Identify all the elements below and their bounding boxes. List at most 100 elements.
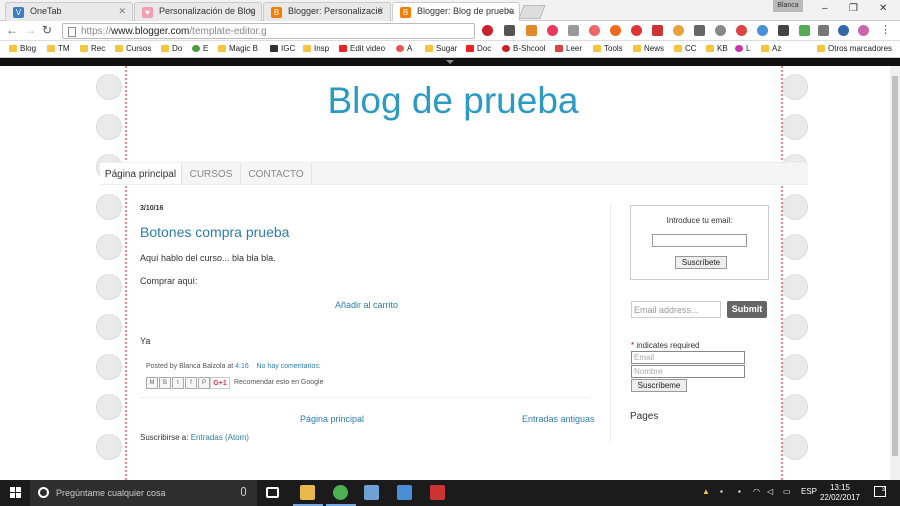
task-view-icon[interactable] — [266, 487, 279, 498]
chrome-icon[interactable] — [333, 485, 348, 500]
bookmark-item[interactable]: A — [396, 44, 412, 53]
name-field[interactable]: Nombre — [631, 365, 745, 378]
twitter-share-icon[interactable]: t — [172, 377, 184, 389]
bookmark-item[interactable]: Leer — [555, 44, 582, 53]
bookmark-item[interactable]: E — [192, 44, 208, 53]
reload-icon[interactable]: ↻ — [42, 23, 52, 37]
scrollbar-thumb[interactable] — [892, 76, 898, 456]
bookmark-item[interactable]: B-Shcool — [502, 44, 545, 53]
extension-icon[interactable] — [858, 25, 869, 36]
heart-extension-icon[interactable] — [547, 25, 558, 36]
pinterest-share-icon[interactable]: P — [198, 377, 210, 389]
back-arrow-icon[interactable]: ← — [6, 23, 18, 37]
post-title[interactable]: Botones compra prueba — [140, 224, 289, 240]
restore-icon[interactable]: ❐ — [849, 3, 858, 14]
cortana-search[interactable]: Pregúntame cualquier cosa — [30, 480, 257, 506]
post-time-link[interactable]: 4:16 — [235, 363, 249, 370]
minimize-icon[interactable]: – — [822, 3, 828, 14]
extension-icon[interactable] — [838, 25, 849, 36]
add-to-cart-link[interactable]: Añadir al carrito — [335, 300, 398, 310]
atom-feed-link[interactable]: Entradas (Atom) — [191, 433, 249, 442]
forward-arrow-icon[interactable]: → — [24, 23, 36, 37]
pinterest-icon[interactable] — [482, 25, 493, 36]
bookmark-item[interactable]: Tools — [593, 44, 623, 53]
facebook-share-icon[interactable]: f — [185, 377, 197, 389]
extension-icon[interactable] — [778, 25, 789, 36]
bookmark-item[interactable]: Magic B — [218, 44, 258, 53]
collapse-arrow-icon[interactable] — [446, 60, 454, 64]
extension-icon[interactable] — [589, 25, 600, 36]
email-input[interactable] — [652, 234, 747, 247]
bookmark-item[interactable]: Edit video — [339, 44, 385, 53]
bookmark-item[interactable]: Insp — [303, 44, 329, 53]
extension-icon[interactable] — [736, 25, 747, 36]
system-clock[interactable]: 13:15 22/02/2017 — [818, 483, 862, 503]
extension-icon[interactable] — [526, 25, 537, 36]
email-share-icon[interactable]: M — [146, 377, 158, 389]
close-tab-icon[interactable]: ✕ — [505, 6, 513, 17]
tab-personalizacion[interactable]: ♥ Personalización de Blog ✕ — [134, 2, 262, 21]
address-bar[interactable]: https://www.blogger.com/template-editor.… — [62, 23, 475, 39]
bookmark-item[interactable]: Do — [161, 44, 182, 53]
blogthis-icon[interactable]: B — [159, 377, 171, 389]
extension-icon[interactable] — [568, 25, 579, 36]
app-icon[interactable] — [364, 485, 379, 500]
file-explorer-icon[interactable] — [300, 485, 315, 500]
close-tab-icon[interactable]: ✕ — [247, 6, 255, 17]
comments-link[interactable]: No hay comentarios: — [257, 363, 321, 370]
extension-icon[interactable] — [818, 25, 829, 36]
opera-icon[interactable] — [631, 25, 642, 36]
nav-contacto[interactable]: CONTACTO — [241, 163, 312, 184]
profile-button[interactable]: Blanca — [773, 0, 803, 12]
mc-email-input[interactable]: Email address... — [631, 301, 721, 318]
extension-icon[interactable] — [757, 25, 768, 36]
warning-icon[interactable]: ▲ — [702, 487, 710, 496]
fire-icon[interactable] — [610, 25, 621, 36]
bookmark-item[interactable]: KB — [706, 44, 728, 53]
tray-icon[interactable]: ▪ — [720, 487, 723, 496]
extension-icon[interactable] — [673, 25, 684, 36]
bookmark-item[interactable]: Doc — [466, 44, 491, 53]
app-icon[interactable] — [397, 485, 412, 500]
close-tab-icon[interactable]: ✕ — [118, 6, 126, 17]
windows-start-icon[interactable] — [10, 487, 22, 499]
tab-blogger-blog-de-prueba[interactable]: B Blogger: Blog de prueba ✕ — [392, 2, 520, 21]
email-field[interactable]: Email — [631, 351, 745, 364]
tray-icon[interactable]: ▪ — [738, 487, 741, 496]
page-scrollbar[interactable] — [890, 66, 900, 480]
bookmark-item[interactable]: News — [633, 44, 664, 53]
bookmark-item[interactable]: Cursos — [115, 44, 151, 53]
extension-icon[interactable] — [715, 25, 726, 36]
bookmark-item[interactable]: CC — [674, 44, 697, 53]
bookmark-item[interactable]: Blog — [9, 44, 36, 53]
other-bookmarks[interactable]: Otros marcadores — [817, 44, 892, 53]
bookmark-item[interactable]: TM — [47, 44, 70, 53]
new-tab-button[interactable] — [518, 5, 546, 19]
google-plus-one-button[interactable]: G+1 — [210, 377, 230, 389]
bookmark-item[interactable]: Sugar — [425, 44, 457, 53]
pager-older-link[interactable]: Entradas antiguas — [522, 414, 595, 424]
eyedropper-icon[interactable] — [504, 25, 515, 36]
menu-icon[interactable]: ⋮ — [880, 23, 891, 36]
mc-submit-button[interactable]: Submit — [727, 301, 767, 318]
nav-cursos[interactable]: CURSOS — [182, 163, 241, 184]
tab-blogger-personalizacion[interactable]: B Blogger: Personalizació ✕ — [263, 2, 391, 21]
nav-home[interactable]: Página principal — [100, 163, 182, 184]
blog-title[interactable]: Blog de prueba — [125, 80, 781, 122]
microphone-icon[interactable] — [241, 487, 246, 496]
language-indicator[interactable]: ESP — [801, 487, 817, 496]
wifi-icon[interactable]: ◠ — [753, 487, 760, 496]
close-tab-icon[interactable]: ✕ — [376, 6, 384, 17]
close-window-icon[interactable]: ✕ — [879, 3, 887, 14]
suscribeme-button[interactable]: Suscríbeme — [631, 379, 687, 392]
volume-icon[interactable]: ◁ — [767, 487, 773, 496]
bookmark-item[interactable]: Rec — [80, 44, 105, 53]
suscribete-button[interactable]: Suscríbete — [675, 256, 727, 269]
pager-home-link[interactable]: Página principal — [300, 414, 364, 424]
app-icon[interactable] — [430, 485, 445, 500]
extension-icon[interactable] — [652, 25, 663, 36]
battery-icon[interactable]: ▭ — [783, 487, 791, 496]
extension-icon[interactable] — [799, 25, 810, 36]
bookmark-item[interactable]: Az — [761, 44, 781, 53]
camera-icon[interactable] — [694, 25, 705, 36]
